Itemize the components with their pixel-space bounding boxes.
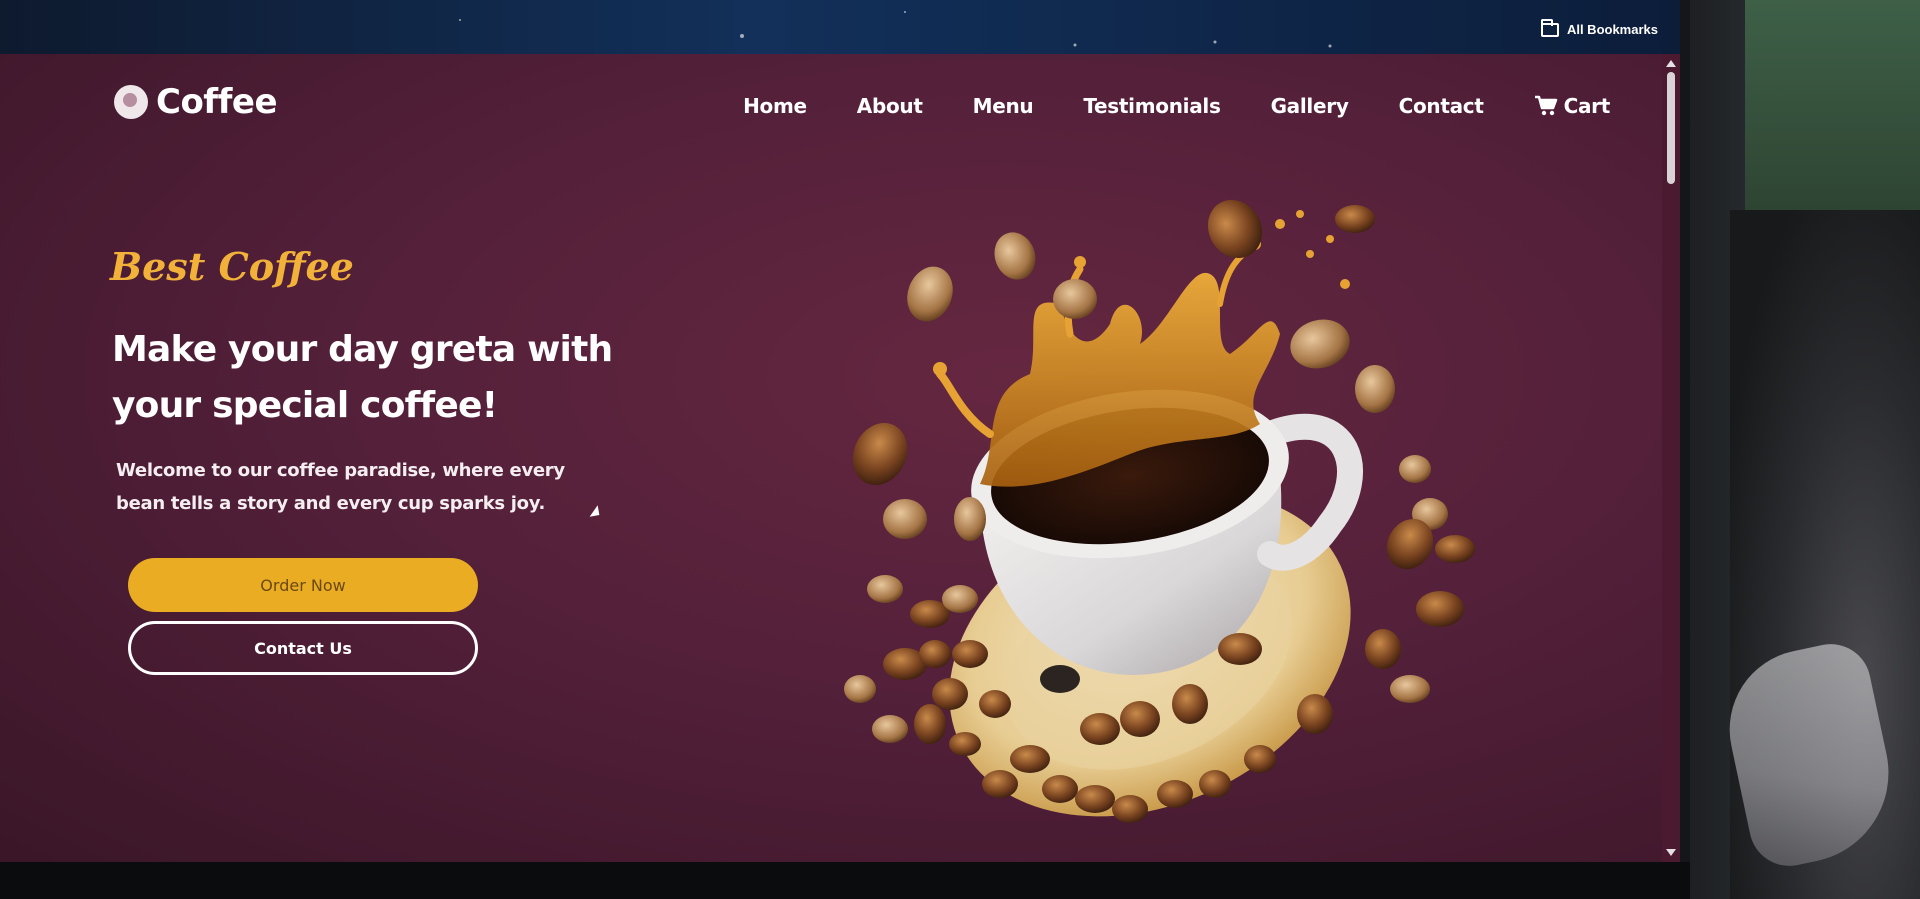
hero-intro: Welcome to our coffee paradise, where ev… xyxy=(116,460,565,514)
nav-about-label: About xyxy=(856,94,923,118)
monitor-bezel xyxy=(0,862,1690,899)
hero-tagline: Best Coffee xyxy=(110,244,354,289)
nav-cart[interactable]: Cart xyxy=(1534,94,1610,118)
site-logo[interactable]: Coffee xyxy=(114,82,278,122)
background-green-object xyxy=(1745,0,1920,210)
scroll-up-icon[interactable] xyxy=(1666,60,1676,67)
bookmark-folder-icon xyxy=(1540,18,1559,37)
nav-menu[interactable]: Menu xyxy=(973,94,1034,118)
browser-toolbar: All Bookmarks xyxy=(0,0,1680,54)
nav-cart-label: Cart xyxy=(1563,94,1611,118)
all-bookmarks-button[interactable]: All Bookmarks xyxy=(1540,18,1658,37)
order-now-button[interactable]: Order Now xyxy=(128,558,478,612)
nav-testimonials[interactable]: Testimonials xyxy=(1083,94,1221,118)
cart-icon xyxy=(1534,95,1557,116)
contact-us-button[interactable]: Contact Us xyxy=(128,621,478,675)
nav-contact[interactable]: Contact xyxy=(1399,94,1484,118)
page-viewport: Coffee Home About Menu Testimonials Gall… xyxy=(0,54,1680,862)
nav-gallery-label: Gallery xyxy=(1270,94,1349,118)
main-nav: Home About Menu Testimonials Gallery Con… xyxy=(743,94,1610,118)
scroll-down-icon[interactable] xyxy=(1666,849,1676,856)
coffee-cup-icon xyxy=(114,85,148,119)
brand-name: Coffee xyxy=(156,82,278,122)
nav-gallery[interactable]: Gallery xyxy=(1271,94,1349,118)
hero-coffee-image xyxy=(844,199,1475,823)
hero-headline: Make your day greta with your special co… xyxy=(112,329,613,426)
nav-contact-label: Contact xyxy=(1398,94,1484,118)
scrollbar-thumb[interactable] xyxy=(1667,72,1675,184)
nav-menu-label: Menu xyxy=(972,94,1034,118)
page-scrollbar[interactable] xyxy=(1662,54,1680,862)
nav-about[interactable]: About xyxy=(857,94,923,118)
nav-testimonials-label: Testimonials xyxy=(1083,94,1221,118)
all-bookmarks-label: All Bookmarks xyxy=(1566,22,1658,37)
nav-home[interactable]: Home xyxy=(743,94,807,118)
nav-home-label: Home xyxy=(743,94,807,118)
wallpaper-stars xyxy=(459,11,1332,48)
